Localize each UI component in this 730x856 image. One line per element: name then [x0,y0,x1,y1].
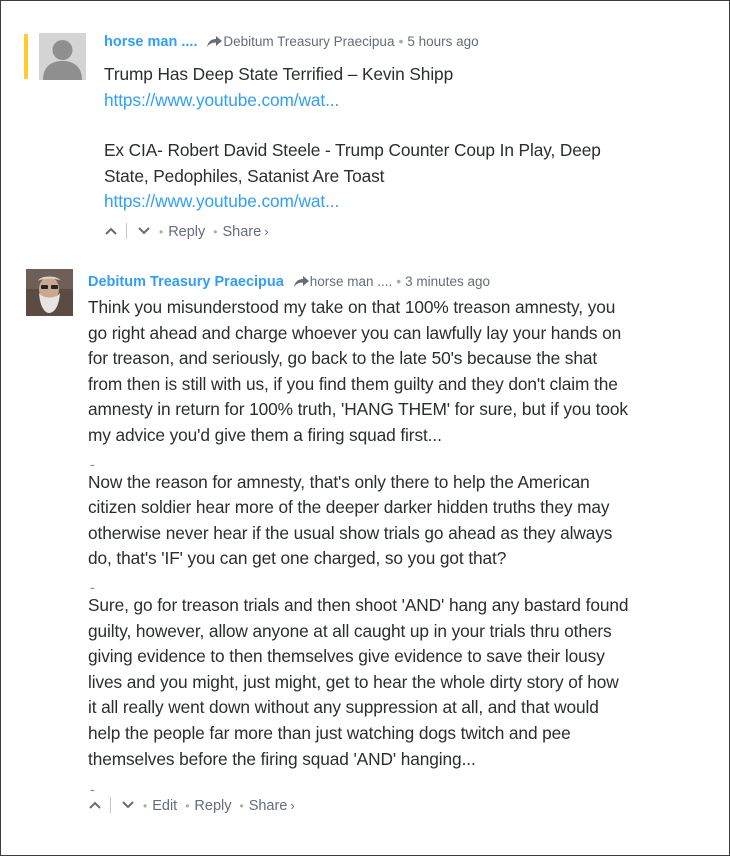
text-line: citizen soldier hear more of the deeper … [88,497,610,518]
text-line: Ex CIA- Robert David Steele - Trump Coun… [104,140,601,161]
upvote-icon[interactable] [104,226,118,236]
share-label: Share [248,798,288,815]
downvote-icon[interactable] [121,800,135,810]
avatar-user[interactable] [26,269,73,316]
text-line: Sure, go for treason trials and then sho… [88,594,629,615]
text-line: giving evidence to then themselves give … [88,646,605,667]
comment-1-footer: • Reply • Share › [104,221,704,243]
text-line: for treason, and seriously, go back to t… [88,348,598,369]
paragraph-dash: - [90,455,95,472]
text-line: Now the reason for amnesty, that's only … [88,471,590,492]
author-name[interactable]: horse man .... [104,34,197,50]
timestamp[interactable]: 3 minutes ago [405,274,490,289]
default-avatar-icon [39,33,86,80]
text-line: lives and you might, just might, get to … [88,671,619,692]
text-line: it all really went down without any supp… [88,697,599,718]
text-line: do, that's 'IF' you can get one charged,… [88,548,507,569]
text-line: Think you misunderstood my take on that … [88,297,616,317]
share-chevron-icon: › [264,223,269,239]
edit-button[interactable]: Edit [152,798,177,814]
text-line: help the people far more than just watch… [88,722,571,743]
text-line: go right ahead and charge whoever you ca… [88,322,622,343]
reply-to-name[interactable]: horse man .... [310,274,393,289]
footer-dot: • [185,799,190,814]
highlight-bar [24,34,28,79]
comment-1-text: Trump Has Deep State Terrified – Kevin S… [104,62,704,215]
text-line: themselves before the firing squad 'AND'… [88,748,476,769]
youtube-link-1[interactable]: https://www.youtube.com/wat... [104,90,339,110]
text-line: from then is still with us, if you find … [88,373,618,394]
comment-2-text: Think you misunderstood my take on that … [88,295,718,798]
comment-2-meta: Debitum Treasury Praecipua horse man ...… [88,271,718,291]
reply-arrow-icon [293,276,309,287]
footer-dot: • [143,799,148,814]
footer-dot: • [239,799,244,814]
vote-divider [126,222,127,239]
share-chevron-icon: › [290,798,295,814]
avatar-default[interactable] [39,33,86,80]
text-line: amnesty in return for 100% truth, 'HANG … [88,399,628,420]
reply-to-name[interactable]: Debitum Treasury Praecipua [223,34,394,49]
footer-dot: • [213,224,218,239]
comment-1-meta: horse man .... Debitum Treasury Praecipu… [104,31,704,51]
comment-thread: horse man .... Debitum Treasury Praecipu… [0,0,730,856]
user-photo-avatar-icon [26,269,73,316]
reply-button[interactable]: Reply [194,798,231,814]
author-name[interactable]: Debitum Treasury Praecipua [88,274,284,290]
footer-dot: • [159,224,164,239]
share-button[interactable]: Share › [249,798,295,814]
text-line: State, Pedophiles, Satanist Are Toast [104,165,385,186]
downvote-icon[interactable] [137,226,151,236]
reply-arrow-icon [207,36,223,47]
comment-2-footer: • Edit • Reply • Share › [88,795,718,817]
meta-separator: • [396,273,402,289]
text-line: Trump Has Deep State Terrified – Kevin S… [104,64,454,84]
upvote-icon[interactable] [88,800,102,810]
text-line: my advice you'd give them a firing squad… [88,424,442,445]
share-button[interactable]: Share › [222,224,268,240]
vote-divider [110,797,111,814]
reply-button[interactable]: Reply [168,224,205,240]
youtube-link-2[interactable]: https://www.youtube.com/wat... [104,191,339,211]
paragraph-dash: - [90,781,95,798]
paragraph-dash: - [90,578,95,595]
share-label: Share [222,223,262,240]
timestamp[interactable]: 5 hours ago [407,34,478,49]
text-line: guilty, however, allow anyone at all cau… [88,620,612,641]
meta-separator: • [398,33,404,49]
text-line: otherwise never hear if the usual show t… [88,522,613,543]
